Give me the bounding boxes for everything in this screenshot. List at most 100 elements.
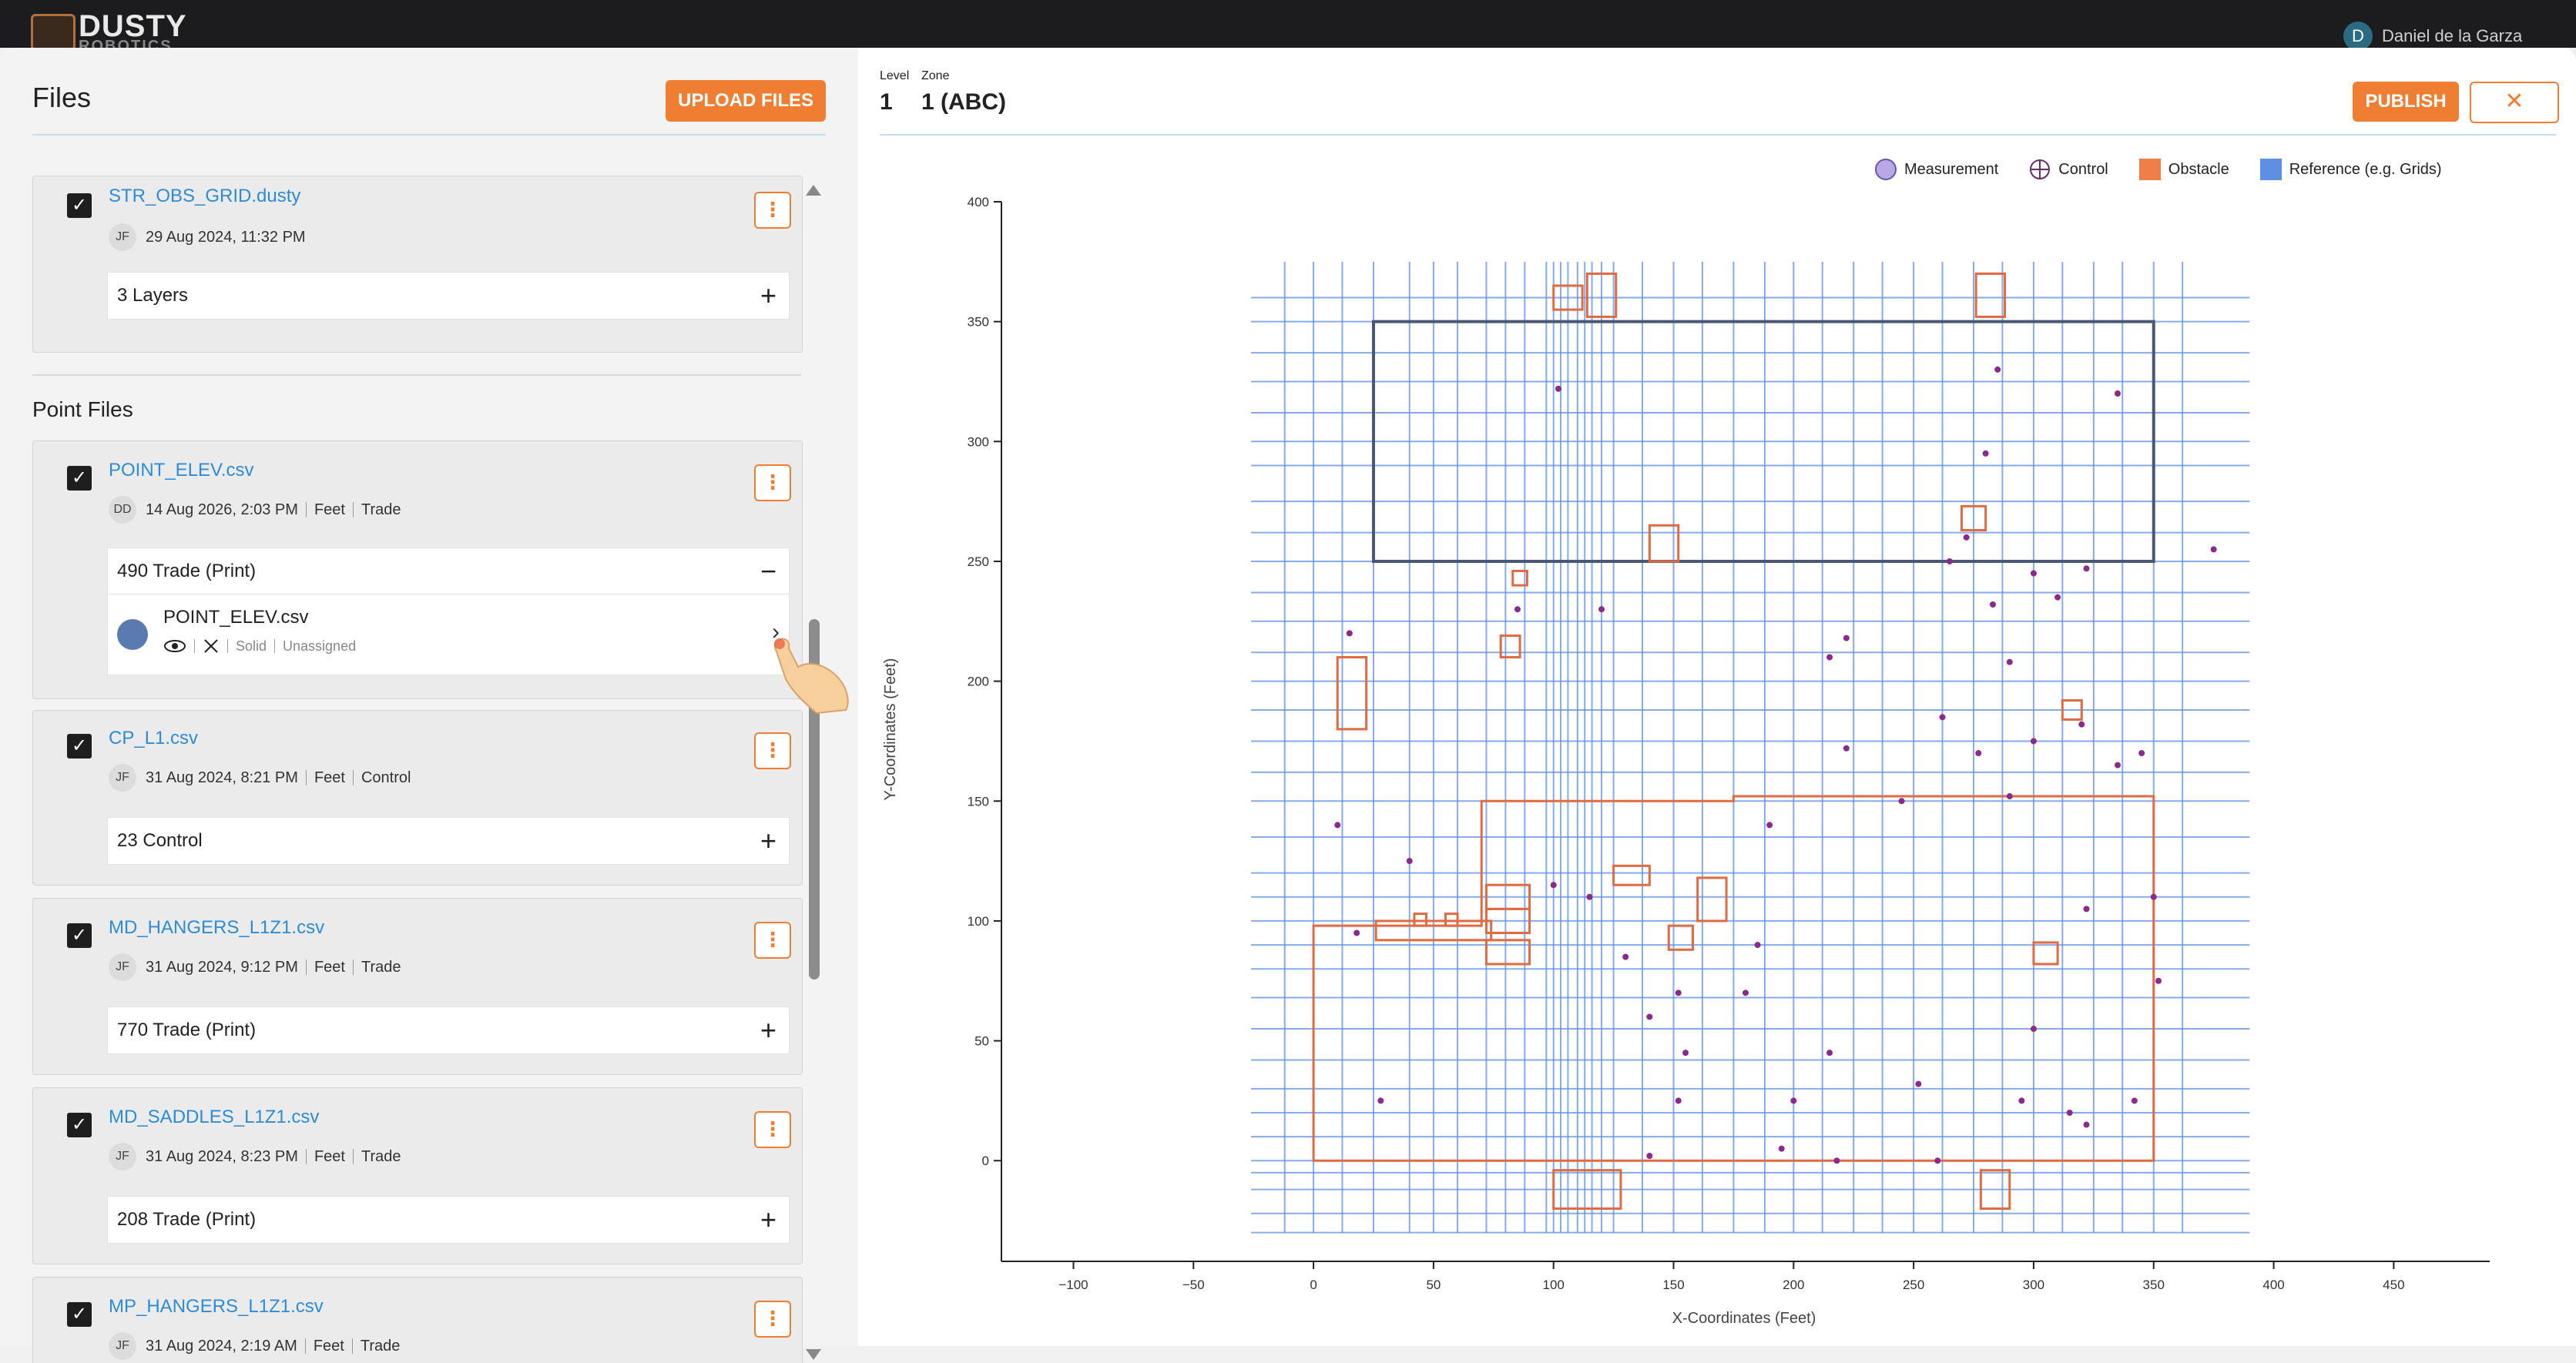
- control-point: [1982, 450, 1989, 457]
- obstacle-rect: [1413, 913, 1428, 927]
- layers-label: 23 Control: [117, 830, 203, 851]
- file-meta: JF 31 Aug 2024, 2:19 AM Feet Trade: [109, 1332, 400, 1360]
- control-point: [2155, 977, 2162, 984]
- layers-row[interactable]: 23 Control +: [107, 817, 790, 865]
- file-card-str-obs-grid: ✓ STR_OBS_GRID.dusty JF 29 Aug 2024, 11:…: [32, 176, 803, 353]
- file-unit: Feet: [314, 769, 345, 786]
- reference-grid-lines: [1251, 261, 2250, 1234]
- uploader-avatar: JF: [109, 1143, 136, 1170]
- layout-plot[interactable]: −100 −50 0 50 100 150 200 250 300 350 400 450 0 50 100…: [858, 48, 2576, 1346]
- file-name-link[interactable]: CP_L1.csv: [109, 728, 198, 749]
- line-style: Solid: [236, 638, 267, 654]
- control-point: [1963, 534, 1970, 541]
- file-name-link[interactable]: MD_SADDLES_L1Z1.csv: [109, 1107, 319, 1128]
- cross-marker-icon[interactable]: [203, 638, 220, 655]
- control-point: [2006, 793, 2013, 800]
- control-point: [2078, 721, 2085, 728]
- control-point: [1754, 942, 1761, 949]
- layers-row[interactable]: 490 Trade (Print) −: [107, 548, 790, 595]
- layers-row[interactable]: 3 Layers +: [107, 272, 790, 320]
- control-point: [1675, 990, 1682, 996]
- control-point: [1915, 1080, 1922, 1087]
- layer-color-swatch[interactable]: [117, 619, 148, 650]
- scroll-down-arrow-icon[interactable]: [806, 1349, 821, 1360]
- sub-layer-meta: Solid Unassigned: [163, 638, 356, 655]
- file-checkbox[interactable]: ✓: [67, 734, 92, 759]
- y-tick-label: 150: [968, 794, 989, 809]
- user-avatar[interactable]: D: [2343, 22, 2373, 51]
- control-point: [1934, 1157, 1941, 1164]
- control-point: [2138, 750, 2145, 757]
- file-checkbox[interactable]: ✓: [67, 1113, 92, 1137]
- scroll-up-arrow-icon[interactable]: [806, 185, 821, 196]
- y-tick-label: 300: [968, 434, 989, 449]
- file-menu-button[interactable]: ⋮: [754, 1111, 791, 1148]
- file-date: 31 Aug 2024, 9:12 PM: [146, 958, 298, 976]
- file-menu-button[interactable]: ⋮: [754, 192, 791, 229]
- control-point: [1975, 750, 1982, 757]
- x-tick-label: 350: [2143, 1278, 2165, 1292]
- file-checkbox[interactable]: ✓: [67, 923, 92, 948]
- file-name-link[interactable]: STR_OBS_GRID.dusty: [109, 186, 300, 207]
- sub-layer-row[interactable]: POINT_ELEV.csv Solid Unassigned ›: [107, 594, 790, 675]
- control-point: [2030, 738, 2037, 745]
- control-point: [1334, 822, 1341, 829]
- file-checkbox[interactable]: ✓: [67, 193, 92, 218]
- file-checkbox[interactable]: ✓: [67, 1302, 92, 1327]
- y-axis-label: Y-Coordinates (Feet): [882, 658, 899, 801]
- control-point: [1826, 654, 1833, 661]
- x-tick-label: −50: [1182, 1278, 1205, 1292]
- y-tick-label: 200: [968, 675, 989, 689]
- expand-plus-icon[interactable]: +: [760, 273, 776, 319]
- expand-plus-icon[interactable]: +: [760, 818, 776, 864]
- expand-plus-icon[interactable]: +: [760, 1197, 776, 1243]
- layers-label: 208 Trade (Print): [117, 1209, 257, 1230]
- file-meta: JF 31 Aug 2024, 8:23 PM Feet Trade: [109, 1143, 401, 1170]
- files-panel: Files UPLOAD FILES ✓ STR_OBS_GRID.dusty …: [0, 48, 858, 1363]
- file-menu-button[interactable]: ⋮: [754, 1301, 791, 1338]
- layers-row[interactable]: 208 Trade (Print) +: [107, 1196, 790, 1244]
- plot-axes: −100 −50 0 50 100 150 200 250 300 350 400 450 0 50 100…: [968, 195, 2490, 1292]
- dusty-logo-icon: [31, 14, 75, 51]
- obstacle-rect: [1974, 272, 2007, 318]
- control-point: [2066, 1109, 2073, 1116]
- control-point: [1826, 1050, 1833, 1057]
- control-point: [2083, 1121, 2090, 1128]
- control-point: [1790, 1097, 1797, 1104]
- x-tick-label: 50: [1426, 1278, 1441, 1292]
- obstacle-rect: [2032, 941, 2059, 966]
- file-meta: DD 14 Aug 2026, 2:03 PM Feet Trade: [109, 496, 401, 524]
- file-menu-button[interactable]: ⋮: [754, 922, 791, 959]
- top-bar: DUSTY ROBOTICS D Daniel de la Garza: [0, 0, 2576, 51]
- obstacle-rect: [1499, 634, 1521, 658]
- file-meta: JF 29 Aug 2024, 11:32 PM: [109, 223, 306, 251]
- obstacle-rect: [1612, 864, 1651, 886]
- y-tick-label: 100: [968, 914, 989, 929]
- file-date: 31 Aug 2024, 2:19 AM: [146, 1337, 297, 1355]
- y-tick-label: 400: [968, 195, 989, 209]
- file-menu-button[interactable]: ⋮: [754, 464, 791, 501]
- collapse-minus-icon[interactable]: −: [760, 548, 776, 594]
- control-point: [1843, 635, 1850, 641]
- control-point: [1898, 798, 1905, 805]
- control-point: [1682, 1050, 1689, 1057]
- file-name-link[interactable]: MP_HANGERS_L1Z1.csv: [109, 1296, 324, 1318]
- expand-plus-icon[interactable]: +: [760, 1007, 776, 1053]
- user-name[interactable]: Daniel de la Garza: [2382, 26, 2522, 46]
- assignment-status: Unassigned: [283, 638, 357, 654]
- uploader-avatar: JF: [109, 953, 136, 981]
- file-menu-button[interactable]: ⋮: [754, 732, 791, 769]
- eye-icon[interactable]: [163, 638, 186, 654]
- file-checkbox[interactable]: ✓: [67, 466, 92, 491]
- x-tick-label: 200: [1783, 1278, 1804, 1292]
- file-meta: JF 31 Aug 2024, 8:21 PM Feet Control: [109, 764, 411, 792]
- control-point: [1598, 606, 1605, 613]
- file-name-link[interactable]: POINT_ELEV.csv: [109, 460, 254, 481]
- control-point: [1555, 385, 1561, 392]
- upload-files-button[interactable]: UPLOAD FILES: [666, 80, 826, 122]
- files-list[interactable]: ✓ STR_OBS_GRID.dusty JF 29 Aug 2024, 11:…: [32, 139, 803, 1363]
- layers-row[interactable]: 770 Trade (Print) +: [107, 1006, 790, 1054]
- control-point: [1406, 858, 1413, 865]
- file-name-link[interactable]: MD_HANGERS_L1Z1.csv: [109, 917, 324, 939]
- file-card-md-hangers: ✓ MD_HANGERS_L1Z1.csv JF 31 Aug 2024, 9:…: [32, 898, 803, 1075]
